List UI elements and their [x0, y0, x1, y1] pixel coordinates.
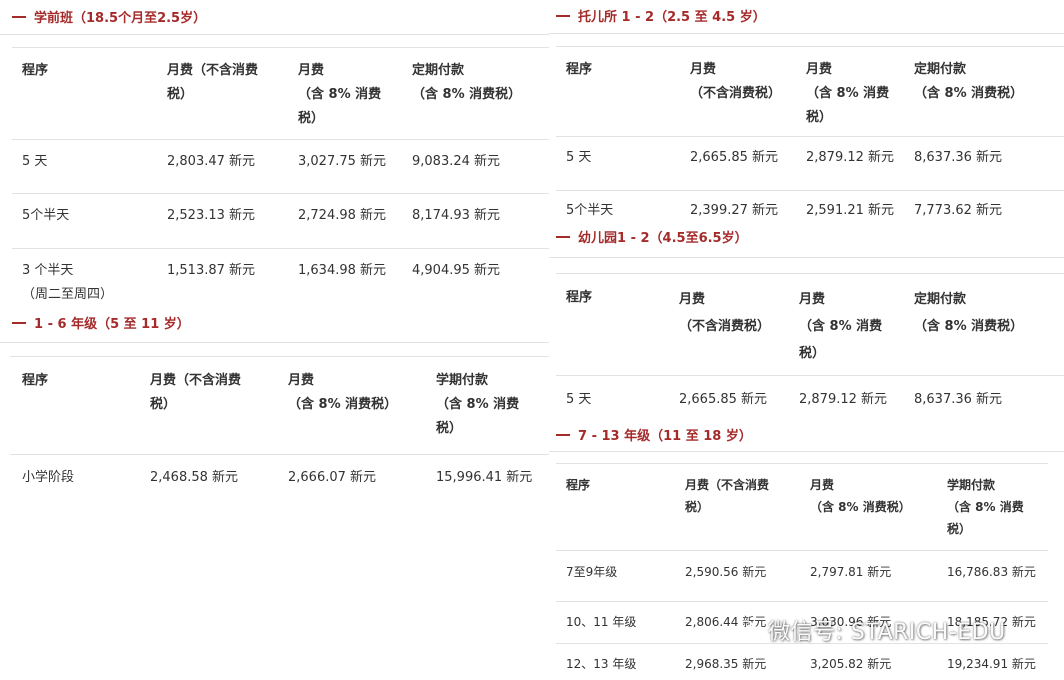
divider — [12, 139, 549, 140]
table-cell: 16,786.83 新元 — [947, 565, 1036, 579]
divider — [10, 454, 549, 455]
section-title-text: 托儿所 1 - 2（2.5 至 4.5 岁） — [578, 10, 766, 25]
section-title-text: 学前班（18.5个月至2.5岁） — [34, 11, 207, 26]
table-cell: 1,634.98 新元 — [298, 263, 387, 278]
section-title-text: 1 - 6 年级（5 至 11 岁） — [34, 317, 190, 332]
table-cell: 2,591.21 新元 — [806, 203, 895, 218]
table-cell: 5 天 — [566, 392, 592, 407]
table-cell: 2,468.58 新元 — [150, 470, 239, 485]
divider — [10, 356, 549, 357]
table-cell: 5 天 — [566, 150, 592, 165]
table-cell: 10、11 年级 — [566, 615, 637, 629]
table-cell: 19,234.91 新元 — [947, 657, 1036, 671]
section-title-kindergarten: 幼儿园1 - 2（4.5至6.5岁） — [556, 227, 754, 246]
divider — [12, 193, 549, 194]
table-cell: 8,174.93 新元 — [412, 208, 501, 223]
divider — [556, 46, 1064, 47]
divider — [556, 190, 1064, 191]
col-header-program: 程序 — [566, 62, 593, 77]
table-cell: 4,904.95 新元 — [412, 263, 501, 278]
divider — [556, 375, 1064, 376]
col-header-term-payment: 学期付款 （含 8% 消费 税） — [947, 478, 1024, 536]
col-header-monthly-excl: 月费 （不含消费税） — [679, 292, 771, 334]
table-cell: 7至9年级 — [566, 565, 618, 579]
table-cell: 2,879.12 新元 — [806, 150, 895, 165]
table-cell: 1,513.87 新元 — [167, 263, 256, 278]
col-header-monthly-incl: 月费 （含 8% 消费 税） — [799, 292, 883, 361]
table-cell: 2,724.98 新元 — [298, 208, 387, 223]
table-cell: 2,590.56 新元 — [685, 565, 767, 579]
table-cell: 2,399.27 新元 — [690, 203, 779, 218]
table-cell: 3 个半天 （周二至周四） — [22, 263, 114, 302]
divider — [0, 342, 549, 343]
divider — [0, 34, 549, 35]
table-cell: 2,879.12 新元 — [799, 392, 888, 407]
table-cell: 12、13 年级 — [566, 657, 637, 671]
table-cell: 5 天 — [22, 154, 48, 169]
title-dash-icon — [556, 235, 570, 238]
divider — [12, 248, 549, 249]
table-cell: 2,523.13 新元 — [167, 208, 256, 223]
col-header-monthly-excl: 月费 （不含消费税） — [690, 62, 782, 101]
section-title-nursery: 托儿所 1 - 2（2.5 至 4.5 岁） — [556, 6, 766, 25]
section-title-secondary: 7 - 13 年级（11 至 18 岁） — [556, 425, 752, 444]
divider — [556, 601, 1048, 602]
divider — [12, 47, 549, 48]
col-header-monthly-excl: 月费（不含消费 税） — [685, 478, 770, 514]
section-title-primary: 1 - 6 年级（5 至 11 岁） — [12, 313, 196, 332]
table-cell: 2,968.35 新元 — [685, 657, 767, 671]
col-header-term-payment: 学期付款 （含 8% 消费 税） — [436, 373, 520, 436]
col-header-monthly-excl: 月费（不含消费 税） — [150, 373, 242, 412]
table-cell: 3,205.82 新元 — [810, 657, 892, 671]
divider — [549, 33, 1064, 34]
section-title-text: 7 - 13 年级（11 至 18 岁） — [578, 429, 752, 444]
divider — [556, 463, 1048, 464]
table-cell: 2,665.85 新元 — [690, 150, 779, 165]
col-header-program: 程序 — [566, 478, 591, 492]
divider — [556, 273, 1064, 274]
table-cell: 3,027.75 新元 — [298, 154, 387, 169]
watermark-text: 微信号: STARICH-EDU — [768, 620, 1006, 645]
divider — [556, 550, 1048, 551]
wechat-icon — [738, 620, 760, 638]
divider — [556, 136, 1064, 137]
col-header-program: 程序 — [22, 373, 49, 388]
col-header-monthly-incl: 月费 （含 8% 消费 税） — [298, 63, 382, 126]
table-cell: 2,797.81 新元 — [810, 565, 892, 579]
col-header-monthly-excl: 月费（不含消费 税） — [167, 63, 259, 102]
table-cell: 5个半天 — [22, 208, 70, 223]
divider — [549, 257, 1064, 258]
table-cell: 8,637.36 新元 — [914, 150, 1003, 165]
col-header-periodic-payment: 定期付款 （含 8% 消费税） — [914, 292, 1024, 334]
col-header-monthly-incl: 月费 （含 8% 消费税） — [288, 373, 398, 412]
table-cell: 2,665.85 新元 — [679, 392, 768, 407]
col-header-periodic-payment: 定期付款 （含 8% 消费税） — [412, 63, 522, 102]
divider — [549, 451, 1064, 452]
title-dash-icon — [556, 433, 570, 436]
col-header-monthly-incl: 月费 （含 8% 消费 税） — [806, 62, 890, 125]
col-header-periodic-payment: 定期付款 （含 8% 消费税） — [914, 62, 1024, 101]
title-dash-icon — [556, 14, 570, 17]
col-header-program: 程序 — [566, 290, 593, 305]
table-cell: 2,666.07 新元 — [288, 470, 377, 485]
section-title-preschool: 学前班（18.5个月至2.5岁） — [12, 7, 206, 26]
table-cell: 7,773.62 新元 — [914, 203, 1003, 218]
table-cell: 15,996.41 新元 — [436, 470, 533, 485]
table-cell: 9,083.24 新元 — [412, 154, 501, 169]
title-dash-icon — [12, 15, 26, 18]
title-dash-icon — [12, 321, 26, 324]
table-cell: 2,803.47 新元 — [167, 154, 256, 169]
table-cell: 5个半天 — [566, 203, 614, 218]
col-header-program: 程序 — [22, 63, 49, 78]
table-cell: 小学阶段 — [22, 470, 75, 485]
table-cell: 8,637.36 新元 — [914, 392, 1003, 407]
section-title-text: 幼儿园1 - 2（4.5至6.5岁） — [578, 231, 748, 246]
col-header-monthly-incl: 月费 （含 8% 消费税） — [810, 478, 911, 514]
